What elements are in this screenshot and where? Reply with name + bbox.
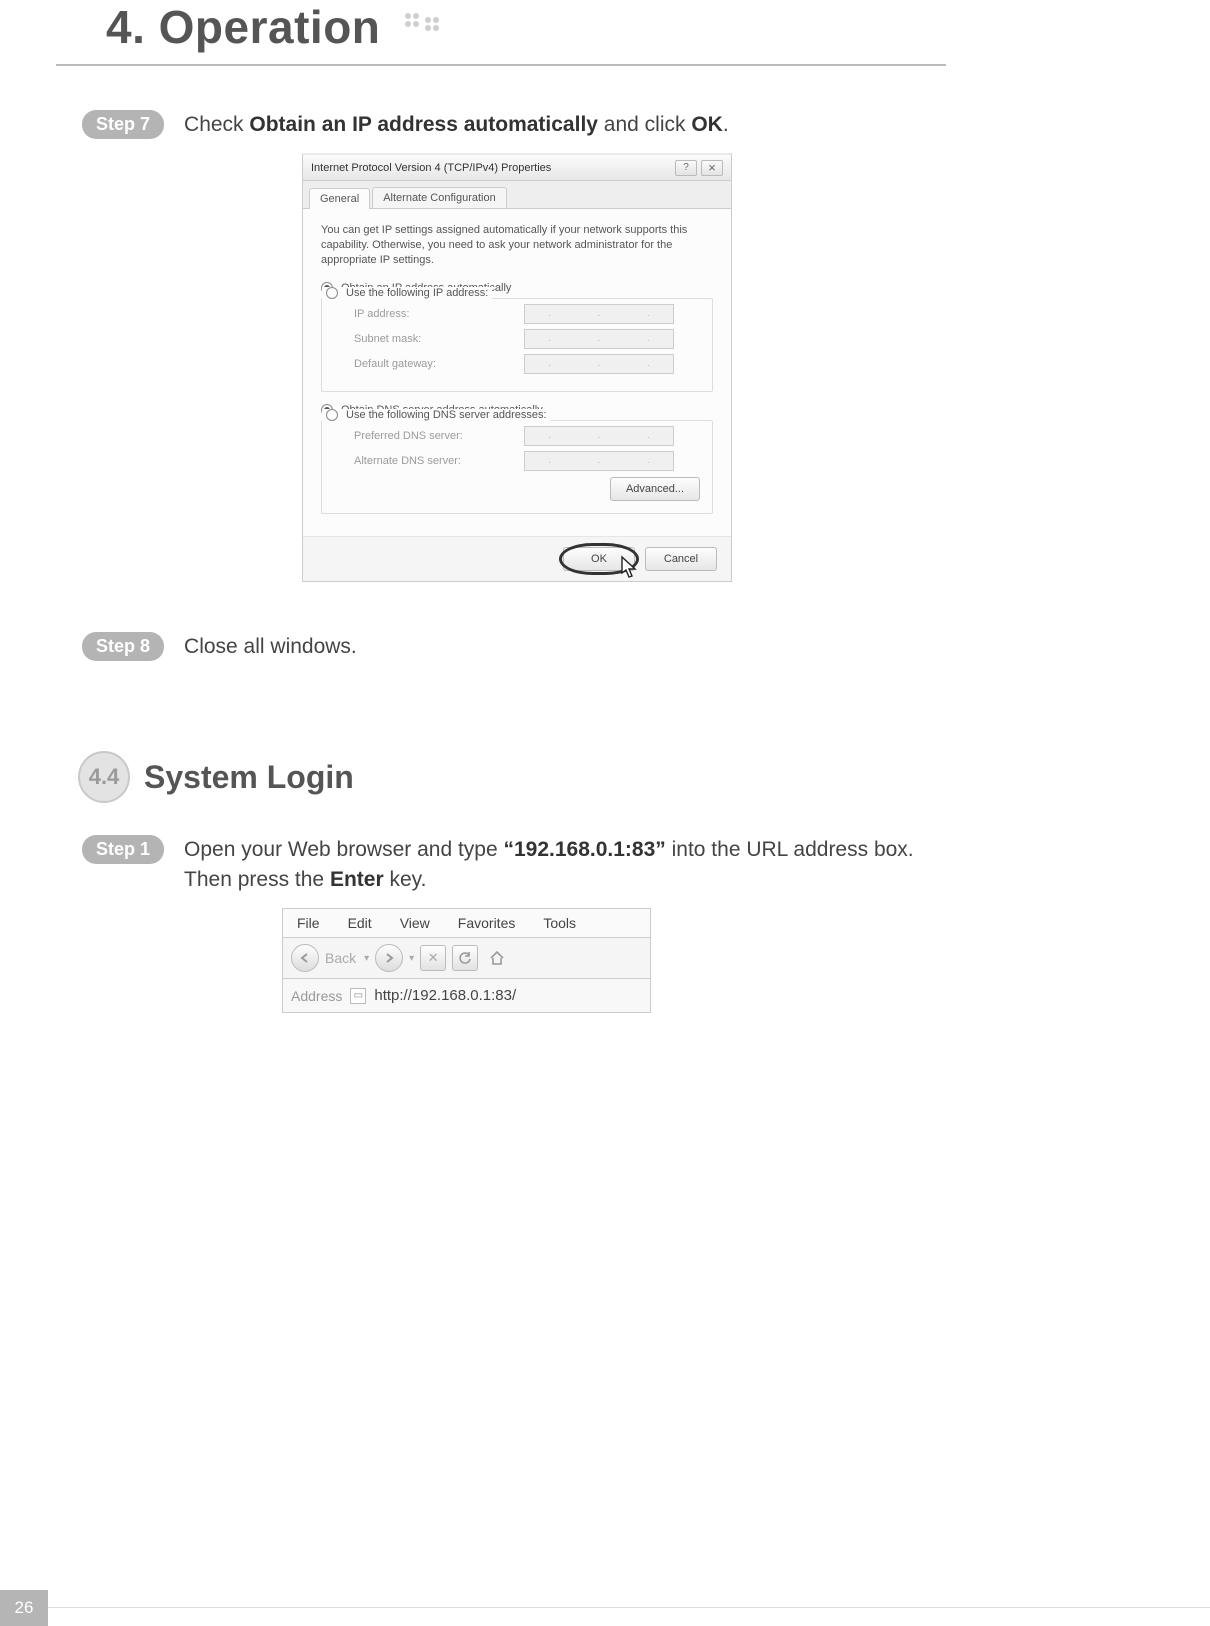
close-icon[interactable] <box>701 160 723 176</box>
text-fragment: Check <box>184 113 249 136</box>
cursor-icon <box>619 555 641 581</box>
address-label: Address <box>291 988 342 1004</box>
label-subnet-mask: Subnet mask: <box>354 333 524 345</box>
subnet-mask-input[interactable]: ... <box>524 329 674 349</box>
text-bold: OK <box>691 113 723 136</box>
chapter-title: 4. Operation <box>106 0 380 54</box>
label-alternate-dns: Alternate DNS server: <box>354 455 524 467</box>
radio-label: Use the following DNS server addresses: <box>346 409 547 421</box>
alternate-dns-input[interactable]: ... <box>524 451 674 471</box>
step-7-badge: Step 7 <box>82 110 164 139</box>
text-fragment: and click <box>598 113 691 136</box>
default-gateway-input[interactable]: ... <box>524 354 674 374</box>
forward-button-icon[interactable] <box>375 944 403 972</box>
label-default-gateway: Default gateway: <box>354 358 524 370</box>
step-7-text: Check Obtain an IP address automatically… <box>184 110 729 139</box>
step-1-text: Open your Web browser and type “192.168.… <box>184 835 952 894</box>
tab-general[interactable]: General <box>309 188 370 209</box>
radio-label: Use the following IP address: <box>346 287 488 299</box>
menu-view[interactable]: View <box>386 909 444 937</box>
footer-divider <box>48 1607 1210 1608</box>
dialog-helptext: You can get IP settings assigned automat… <box>321 223 713 268</box>
menu-tools[interactable]: Tools <box>529 909 590 937</box>
page-number: 26 <box>0 1590 48 1626</box>
help-icon[interactable] <box>675 160 697 176</box>
ipv4-properties-dialog: Internet Protocol Version 4 (TCP/IPv4) P… <box>302 153 732 582</box>
browser-window: File Edit View Favorites Tools Back ▾ ▾ … <box>282 908 651 1013</box>
radio-use-following-ip[interactable] <box>326 287 338 299</box>
home-button-icon[interactable] <box>484 945 510 971</box>
text-bold: “192.168.0.1:83” <box>503 838 665 861</box>
back-label: Back <box>325 950 356 966</box>
cancel-button[interactable]: Cancel <box>645 547 717 571</box>
back-button-icon[interactable] <box>291 944 319 972</box>
browser-menubar: File Edit View Favorites Tools <box>283 909 650 938</box>
text-fragment: Open your Web browser and type <box>184 838 503 861</box>
ip-address-input[interactable]: ... <box>524 304 674 324</box>
text-bold: Enter <box>330 868 384 891</box>
menu-edit[interactable]: Edit <box>334 909 386 937</box>
text-bold: Obtain an IP address automatically <box>249 113 598 136</box>
step-8-badge: Step 8 <box>82 632 164 661</box>
dropdown-caret-icon[interactable]: ▾ <box>409 953 414 964</box>
dropdown-caret-icon[interactable]: ▾ <box>364 953 369 964</box>
tab-alternate-config[interactable]: Alternate Configuration <box>372 187 507 208</box>
page-icon: ▭ <box>350 988 366 1004</box>
text-fragment: key. <box>384 868 427 891</box>
refresh-button-icon[interactable] <box>452 945 478 971</box>
advanced-button[interactable]: Advanced... <box>610 477 700 501</box>
dialog-title: Internet Protocol Version 4 (TCP/IPv4) P… <box>311 162 551 174</box>
menu-favorites[interactable]: Favorites <box>444 909 530 937</box>
section-title: System Login <box>144 759 354 796</box>
decorative-dots-icon <box>402 10 446 40</box>
step-8-text: Close all windows. <box>184 632 357 661</box>
text-fragment: . <box>723 113 729 136</box>
label-ip-address: IP address: <box>354 308 524 320</box>
preferred-dns-input[interactable]: ... <box>524 426 674 446</box>
browser-address-bar: Address ▭ http://192.168.0.1:83/ <box>283 979 650 1012</box>
section-number-badge: 4.4 <box>78 751 130 803</box>
step-1-badge: Step 1 <box>82 835 164 864</box>
menu-file[interactable]: File <box>283 909 334 937</box>
dialog-titlebar[interactable]: Internet Protocol Version 4 (TCP/IPv4) P… <box>303 155 731 181</box>
label-preferred-dns: Preferred DNS server: <box>354 430 524 442</box>
browser-toolbar: Back ▾ ▾ ✕ <box>283 938 650 979</box>
url-text[interactable]: http://192.168.0.1:83/ <box>374 987 516 1004</box>
stop-button-icon[interactable]: ✕ <box>420 945 446 971</box>
radio-use-following-dns[interactable] <box>326 409 338 421</box>
title-divider <box>56 64 946 66</box>
